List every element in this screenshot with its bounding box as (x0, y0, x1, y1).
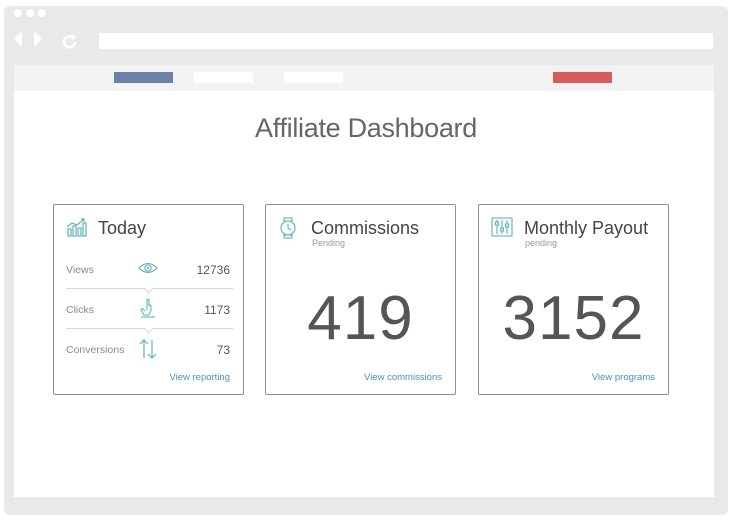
payout-value: 3152 (502, 284, 645, 353)
bar-chart-icon (66, 218, 87, 237)
arrows-updown-icon (139, 339, 157, 359)
window-dot-2[interactable] (26, 9, 34, 17)
sliders-icon (491, 217, 513, 237)
payout-subtitle: pending (525, 238, 558, 248)
today-title: Today (98, 218, 147, 238)
payout-card: Monthly Payout pending 3152 View program… (478, 204, 669, 395)
payout-title: Monthly Payout (524, 218, 649, 238)
commissions-value: 419 (307, 284, 414, 353)
pointer-icon (140, 298, 155, 318)
views-value: 12736 (196, 263, 230, 277)
view-reporting-link[interactable]: View reporting (169, 372, 230, 383)
separator-notch (143, 323, 154, 334)
forward-arrow-icon[interactable] (33, 30, 43, 48)
toolbar-danger-tab[interactable] (553, 72, 612, 83)
page-title: Affiliate Dashboard (255, 113, 477, 143)
address-bar[interactable] (99, 33, 713, 49)
commissions-subtitle: Pending (312, 238, 346, 248)
window-dot-1[interactable] (14, 9, 22, 17)
eye-icon (138, 262, 158, 274)
views-label: Views (66, 264, 94, 276)
clicks-label: Clicks (66, 304, 94, 316)
back-arrow-icon[interactable] (13, 30, 23, 48)
view-commissions-link[interactable]: View commissions (364, 372, 442, 383)
toolbar-tab-2[interactable] (194, 72, 253, 83)
clicks-value: 1173 (204, 303, 230, 317)
reload-icon[interactable] (61, 33, 79, 51)
view-programs-link[interactable]: View programs (592, 372, 655, 383)
commissions-title: Commissions (311, 218, 420, 238)
separator-notch (143, 283, 154, 294)
toolbar-primary-tab[interactable] (114, 72, 173, 83)
conversions-label: Conversions (66, 344, 125, 356)
today-card: Today Views 12736 Clicks 1173 Conversion… (53, 204, 244, 395)
toolbar-tab-3[interactable] (284, 72, 343, 83)
watch-icon (280, 217, 296, 239)
commissions-card: Commissions Pending 419 View commissions (265, 204, 456, 395)
conversions-value: 73 (216, 343, 230, 357)
window-dot-3[interactable] (38, 9, 46, 17)
